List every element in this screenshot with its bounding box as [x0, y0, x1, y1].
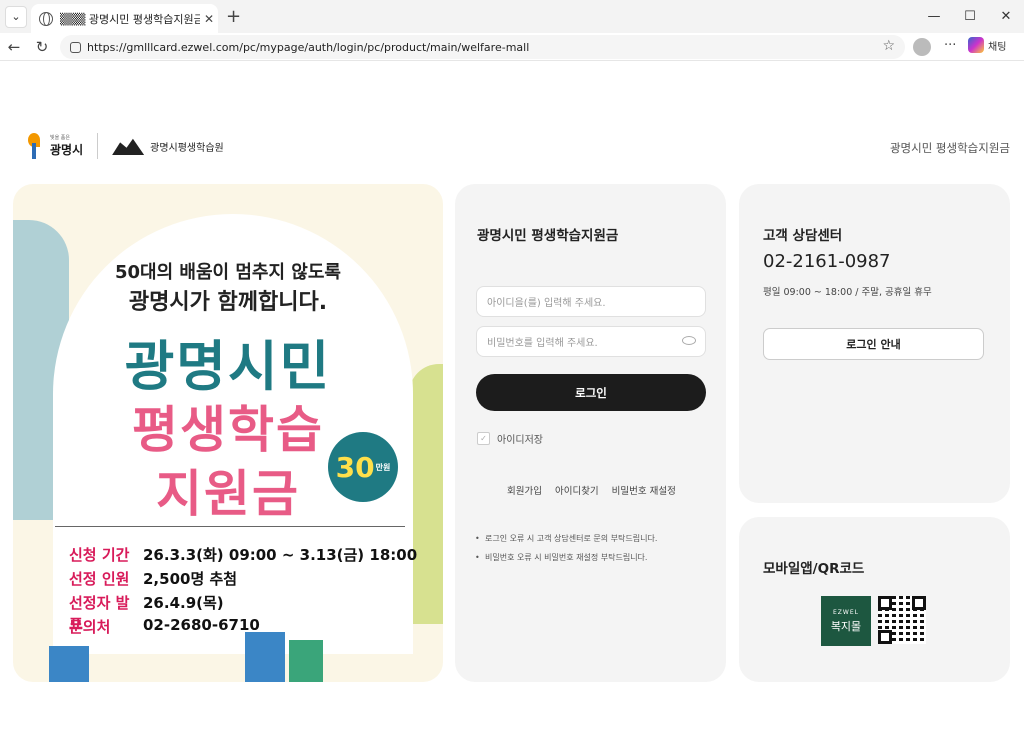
logo-divider — [97, 133, 99, 159]
building-illustration — [49, 646, 89, 682]
address-bar: ← ↻ https://gmlllcard.ezwel.com/pc/mypag… — [0, 33, 1024, 61]
new-tab-button[interactable]: + — [226, 6, 241, 27]
signup-link[interactable]: 회원가입 — [507, 483, 542, 497]
copilot-button[interactable]: 채팅 — [968, 37, 1006, 53]
note-item: 비밀번호 오류 시 비밀번호 재설정 부탁드립니다. — [475, 548, 657, 567]
reload-button[interactable]: ↻ — [28, 38, 56, 56]
institute-logo-icon — [112, 138, 145, 155]
login-notes: 로그인 오류 시 고객 상담센터로 문의 부탁드립니다. 비밀번호 오류 시 비… — [475, 529, 657, 567]
info-key: 신청 기간 — [69, 546, 130, 564]
save-id-checkbox[interactable]: ✓ 아이디저장 — [477, 431, 543, 446]
user-id-input[interactable]: 아이디을(를) 입력해 주세요. — [476, 286, 706, 317]
badge-amount: 30 — [335, 450, 375, 484]
gwangmyeong-logo-icon — [26, 133, 44, 159]
banner-info-row: 신청 기간 26.3.3(화) 09:00 ~ 3.13(금) 18:00 — [69, 544, 417, 565]
info-value: 26.3.3(화) 09:00 ~ 3.13(금) 18:00 — [143, 546, 418, 564]
app-brand: EZWEL — [833, 608, 859, 616]
globe-icon — [39, 11, 53, 26]
find-id-link[interactable]: 아이디찾기 — [555, 483, 599, 497]
login-title: 광명시민 평생학습지원금 — [477, 228, 619, 244]
copilot-label: 채팅 — [988, 41, 1007, 53]
url-text: https://gmlllcard.ezwel.com/pc/mypage/au… — [87, 40, 530, 54]
ezwel-app-icon[interactable]: EZWEL 복지몰 — [821, 596, 871, 646]
note-item: 로그인 오류 시 고객 상담센터로 문의 부탁드립니다. — [475, 529, 657, 548]
tab-title: ▒▒▒ 광명시민 평생학습지원금 ▒▒ — [60, 12, 200, 26]
reset-password-link[interactable]: 비밀번호 재설정 — [612, 483, 676, 497]
header-site-title: 광명시민 평생학습지원금 — [889, 141, 1010, 155]
promo-banner: 50대의 배움이 멈추지 않도록 광명시가 함께합니다. 광명시민 평생학습 지… — [13, 184, 443, 682]
login-button[interactable]: 로그인 — [476, 374, 706, 411]
favorite-star-icon[interactable]: ☆ — [882, 38, 895, 54]
maximize-button[interactable]: ☐ — [952, 0, 988, 32]
info-key: 선정 인원 — [69, 570, 130, 588]
minimize-button[interactable]: — — [916, 0, 952, 32]
mobile-title: 모바일앱/QR코드 — [763, 561, 865, 577]
institute-name: 광명시평생학습원 — [150, 142, 224, 154]
page: 빛을 품은광명시 광명시평생학습원 광명시민 평생학습지원금 50대의 배움이 … — [0, 62, 1024, 749]
account-links: 회원가입 아이디찾기 비밀번호 재설정 — [507, 483, 689, 497]
show-password-icon[interactable] — [682, 336, 696, 345]
city-name-text: 광명시 — [50, 143, 84, 157]
badge-unit: 만원 — [375, 462, 391, 472]
amount-badge: 30 만원 — [328, 432, 398, 502]
login-card: 광명시민 평생학습지원금 아이디을(를) 입력해 주세요. 비밀번호를 입력해 … — [455, 184, 726, 682]
tab-bar: ⌄ ▒▒▒ 광명시민 평생학습지원금 ▒▒ ✕ + — ☐ ✕ — [0, 0, 1024, 33]
profile-avatar[interactable] — [913, 38, 931, 56]
browser-tab[interactable]: ▒▒▒ 광명시민 평생학습지원금 ▒▒ ✕ — [31, 4, 218, 33]
city-tagline: 빛을 품은 — [50, 135, 70, 141]
building-illustration — [289, 640, 323, 682]
info-value: 2,500명 추첨 — [143, 570, 238, 588]
cs-phone: 02-2161-0987 — [763, 251, 891, 272]
login-guide-button[interactable]: 로그인 안내 — [763, 328, 984, 360]
password-input[interactable]: 비밀번호를 입력해 주세요. — [476, 326, 706, 357]
close-window-button[interactable]: ✕ — [988, 0, 1024, 32]
banner-info-row: 선정 인원 2,500명 추첨 — [69, 568, 237, 589]
password-placeholder: 비밀번호를 입력해 주세요. — [487, 338, 598, 349]
building-illustration — [245, 632, 285, 682]
cs-hours: 평일 09:00 ~ 18:00 / 주말, 공휴일 휴무 — [763, 287, 932, 298]
app-name: 복지몰 — [830, 619, 862, 633]
site-info-icon[interactable] — [70, 41, 81, 53]
more-menu-icon[interactable]: ··· — [944, 38, 956, 53]
save-id-label: 아이디저장 — [497, 435, 543, 446]
cs-title: 고객 상담센터 — [763, 228, 843, 244]
tab-list-button[interactable]: ⌄ — [5, 5, 27, 28]
banner-headline-1: 50대의 배움이 멈추지 않도록 — [114, 262, 341, 283]
info-key: 문의처 — [69, 618, 111, 636]
customer-center-card: 고객 상담센터 02-2161-0987 평일 09:00 ~ 18:00 / … — [739, 184, 1010, 503]
checkbox-icon[interactable]: ✓ — [477, 432, 490, 445]
banner-info-row: 문의처 02-2680-6710 — [69, 616, 260, 637]
close-tab-icon[interactable]: ✕ — [200, 12, 218, 26]
banner-headline-2: 광명시가 함께합니다. — [128, 290, 328, 315]
banner-divider — [55, 526, 405, 527]
copilot-icon — [968, 37, 984, 53]
back-button[interactable]: ← — [0, 38, 28, 56]
qr-code-icon — [878, 596, 926, 644]
site-logo[interactable]: 빛을 품은광명시 광명시평생학습원 — [26, 133, 224, 159]
mobile-app-card: 모바일앱/QR코드 EZWEL 복지몰 — [739, 517, 1010, 682]
url-field[interactable]: https://gmlllcard.ezwel.com/pc/mypage/au… — [60, 35, 905, 59]
info-value: 02-2680-6710 — [143, 616, 260, 634]
city-name: 빛을 품은광명시 — [50, 134, 83, 158]
